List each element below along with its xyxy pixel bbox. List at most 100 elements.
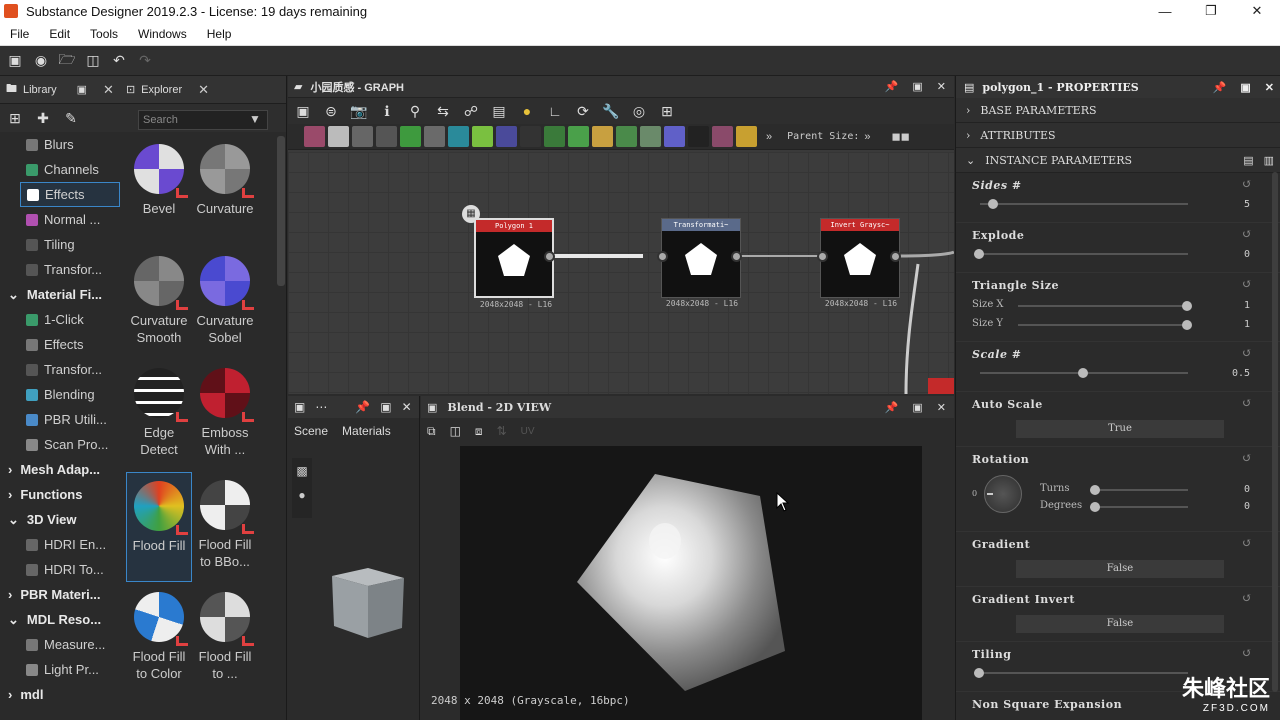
size-x-slider[interactable] xyxy=(1018,301,1192,311)
section-base-parameters[interactable]: › BASE PARAMETERS xyxy=(956,98,1280,123)
pin-icon[interactable]: 📌 xyxy=(885,80,899,93)
add-folder-icon[interactable]: ⊞ xyxy=(6,109,24,127)
pen-icon[interactable]: ✎ xyxy=(62,109,80,127)
reset-icon[interactable]: ↺ xyxy=(1242,451,1252,465)
tree-item[interactable]: Channels xyxy=(0,157,120,182)
sides-value[interactable]: 5 xyxy=(1244,199,1250,210)
compact-icon[interactable]: ◼◼ xyxy=(892,130,910,143)
size-x-value[interactable]: 1 xyxy=(1244,300,1250,311)
tree-item[interactable]: Normal ... xyxy=(0,207,120,232)
atom-curve-icon[interactable] xyxy=(400,126,421,147)
menu-dots-icon[interactable]: ⋯ xyxy=(315,400,327,414)
2d-canvas[interactable] xyxy=(460,446,922,720)
undo-icon[interactable]: ↶ xyxy=(110,52,128,70)
more-icon[interactable]: » xyxy=(864,131,870,143)
redo-icon[interactable]: ↷ xyxy=(136,52,154,70)
library-scrollbar[interactable] xyxy=(277,136,285,286)
menu-edit[interactable]: Edit xyxy=(39,27,80,41)
float-icon[interactable]: ▣ xyxy=(912,401,922,414)
layout-icon[interactable]: ▤ xyxy=(490,102,508,120)
reset-icon[interactable]: ↺ xyxy=(1242,646,1252,660)
close-icon[interactable]: ✕ xyxy=(198,82,209,98)
library-thumb[interactable]: Edge Detect xyxy=(126,360,192,458)
export-icon[interactable]: ⧈ xyxy=(475,424,483,439)
tree-category[interactable]: ⌄ Material Fi... xyxy=(0,282,120,307)
library-thumb[interactable]: Flood Fill to ... xyxy=(192,584,258,682)
node-transformation[interactable]: Transformati~ 2048x2048 - L16 xyxy=(661,218,741,308)
library-thumb[interactable]: Curvature xyxy=(192,136,258,217)
atom-transform-icon[interactable] xyxy=(448,126,469,147)
tree-item[interactable]: Scan Pro... xyxy=(0,432,120,457)
close-icon[interactable]: ✕ xyxy=(937,80,946,93)
atom-color-icon[interactable] xyxy=(664,126,685,147)
atom-hsl-icon[interactable] xyxy=(592,126,613,147)
tree-category[interactable]: ⌄ 3D View xyxy=(0,507,120,532)
explode-value[interactable]: 0 xyxy=(1244,249,1250,260)
node-invert-grayscale[interactable]: Invert Graysc~ 2048x2048 - L16 xyxy=(820,218,900,308)
output-port[interactable] xyxy=(731,251,742,262)
tree-item[interactable]: Blurs xyxy=(0,132,120,157)
tab-explorer[interactable]: ⊡ Explorer ✕ xyxy=(120,76,215,104)
size-y-slider[interactable] xyxy=(1018,320,1192,330)
tree-item[interactable]: Effects xyxy=(0,332,120,357)
float-icon[interactable]: ▣ xyxy=(77,83,87,96)
rotation-dial[interactable] xyxy=(984,475,1022,513)
library-thumb[interactable]: Flood Fill to BBo... xyxy=(192,472,258,570)
tree-item[interactable]: HDRI To... xyxy=(0,557,120,582)
library-thumb[interactable]: Flood Fill xyxy=(126,472,192,582)
input-port[interactable] xyxy=(657,251,668,262)
float-icon[interactable]: ▣ xyxy=(1240,81,1250,94)
explode-slider[interactable] xyxy=(974,249,1188,259)
size-y-value[interactable]: 1 xyxy=(1244,319,1250,330)
gradient-toggle[interactable]: False xyxy=(1016,560,1224,578)
turns-slider[interactable] xyxy=(1090,485,1188,495)
node-offscreen[interactable] xyxy=(928,378,954,394)
close-icon[interactable]: ✕ xyxy=(937,401,946,414)
tree-item[interactable]: PBR Utili... xyxy=(0,407,120,432)
graph-canvas[interactable]: ▦ Polygon 1 2048x2048 - L16 Transformati… xyxy=(288,152,954,394)
curve-icon[interactable]: ∟ xyxy=(546,102,564,120)
close-icon[interactable]: ✕ xyxy=(103,82,114,98)
scale-slider[interactable] xyxy=(980,368,1188,378)
save-icon[interactable]: ◫ xyxy=(84,52,102,70)
atom-warp-icon[interactable] xyxy=(496,126,517,147)
atom-levels-icon[interactable] xyxy=(424,126,445,147)
close-icon[interactable]: ✕ xyxy=(402,400,412,414)
open-folder-icon[interactable]: 🗁 xyxy=(58,51,76,70)
frame-icon[interactable]: ▣ xyxy=(294,102,312,120)
reset-icon[interactable]: ↺ xyxy=(1242,591,1252,605)
tree-category[interactable]: › Functions xyxy=(0,482,120,507)
tab-scene[interactable]: Scene xyxy=(294,424,328,438)
tree-item[interactable]: Effects xyxy=(20,182,120,207)
tree-item[interactable]: Transfor... xyxy=(0,357,120,382)
reset-icon[interactable]: ↺ xyxy=(1242,227,1252,241)
tree-category[interactable]: ⌄ MDL Reso... xyxy=(0,607,120,632)
atom-wave-icon[interactable] xyxy=(712,126,733,147)
preset-list-icon[interactable]: ▥ xyxy=(1264,154,1274,167)
new-package-icon[interactable]: ▣ xyxy=(6,52,24,70)
uv-dropdown[interactable]: UV xyxy=(521,426,535,437)
atom-gradient-icon[interactable] xyxy=(472,126,493,147)
section-instance-parameters[interactable]: ⌄ INSTANCE PARAMETERS ▤ ▥ xyxy=(956,148,1280,173)
float-icon[interactable]: ▣ xyxy=(380,400,391,414)
tree-category[interactable]: › Mesh Adap... xyxy=(0,457,120,482)
gradient-invert-toggle[interactable]: False xyxy=(1016,615,1224,633)
tree-item[interactable]: Light Pr... xyxy=(0,657,120,682)
atom-shuffle-icon[interactable] xyxy=(376,126,397,147)
reset-icon[interactable]: ↺ xyxy=(1242,536,1252,550)
turns-value[interactable]: 0 xyxy=(1244,484,1250,495)
library-thumb[interactable]: Flood Fill to Color xyxy=(126,584,192,682)
maximize-button[interactable]: ❐ xyxy=(1188,0,1234,22)
atom-svg-icon[interactable] xyxy=(328,126,349,147)
link-icon[interactable]: ☍ xyxy=(462,102,480,120)
output-port[interactable] xyxy=(544,251,555,262)
section-attributes[interactable]: › ATTRIBUTES xyxy=(956,123,1280,148)
refresh-icon[interactable]: ⟳ xyxy=(574,102,592,120)
target-icon[interactable]: ◎ xyxy=(630,102,648,120)
atom-histogram-icon[interactable] xyxy=(640,126,661,147)
uv-icon[interactable]: ⇅ xyxy=(497,424,507,438)
add-item-icon[interactable]: ✚ xyxy=(34,109,52,127)
crop-icon[interactable]: ⊞ xyxy=(658,102,676,120)
library-thumb[interactable]: Emboss With ... xyxy=(192,360,258,458)
atom-grid-icon[interactable] xyxy=(520,126,541,147)
